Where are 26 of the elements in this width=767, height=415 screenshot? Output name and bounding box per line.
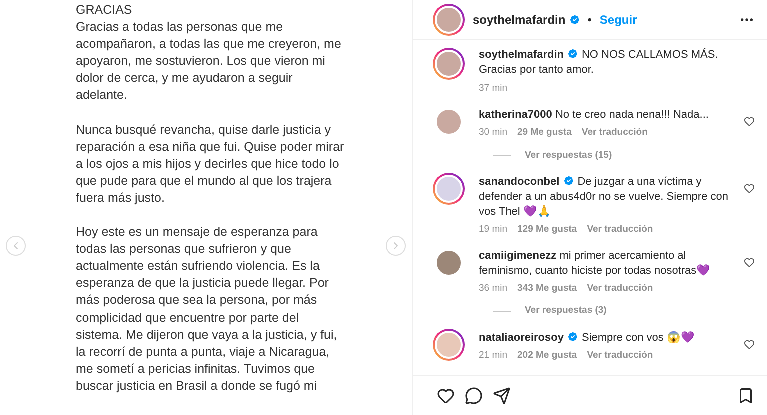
likes-count[interactable]: 343 Me gusta: [518, 282, 578, 296]
follow-button[interactable]: Seguir: [600, 10, 638, 28]
view-replies-button[interactable]: Ver respuestas (3): [525, 304, 607, 318]
likes-count[interactable]: 29 Me gusta: [518, 126, 572, 140]
comment-text: camiigimenezz mi primer acercamiento al feminismo, cuanto hiciste por todas nosotras💜: [479, 249, 712, 279]
translate-link[interactable]: Ver traducción: [587, 282, 654, 296]
translate-link[interactable]: Ver traducción: [582, 126, 648, 140]
separator: •: [588, 12, 592, 28]
translate-link[interactable]: Ver traducción: [587, 222, 654, 237]
comment-text: nataliaoreirosoy Siempre con vos 😱💜: [479, 330, 696, 346]
view-replies-button[interactable]: Ver respuestas (15): [525, 148, 612, 163]
post-paragraph: Nunca busqué revancha, quise darle justicia y reparación a esa niña que fui. Quise poder mirar a los ojos a mis hijos y decirles que hice todo lo que pude para que el mundo al que los trajera fuera más justo.: [76, 122, 346, 207]
comment-time: 19 min: [479, 222, 508, 237]
comment-time: 21 min: [479, 348, 508, 362]
post-paragraph: GRACIAS Gracias a todas las personas que me acompañaron, a todas las que me creyeron, me apoyaron, me sostuvieron. Los que vieron mi dolor de cerca, y me ayudaron a seguir adelante.: [76, 2, 342, 104]
likes-count[interactable]: 202 Me gusta: [518, 348, 578, 363]
username[interactable]: soythelmafardin: [473, 10, 566, 28]
caption-text: soythelmafardin NO NOS CALLAMOS MÁS. Gracias por tanto amor.: [479, 48, 720, 78]
comment-text: katherina7000 No te creo nada nena!!! Nada...: [479, 108, 710, 124]
comment-text: sanandoconbel De juzgar a una víctima y defender a un abus4d0r no se vuelve. Siempre con vos Thel 💜🙏: [479, 174, 730, 220]
post-paragraph: Hoy este es un mensaje de esperanza para todas las personas que sufrieron y que actualmente están sufriendo violencia. Es la esperanza de que la justicia puede llegar. Por más poderosa que sea la persona, por más complicidad que encuentre por parte del sistema. Me dijeron que vaya a la justicia, y fui, la recorrí de punta a punta, viaje a Nicaragua, me sometí a pericias infinitas. Tuvimos que buscar justicia en Brasil a donde se fugó mi: [76, 224, 338, 395]
timestamp: 37 min: [479, 82, 509, 96]
translate-link[interactable]: Ver traducción: [587, 348, 654, 363]
comment-time: 36 min: [479, 282, 508, 296]
comment-time: 30 min: [479, 126, 508, 140]
likes-count[interactable]: 129 Me gusta: [518, 222, 578, 237]
